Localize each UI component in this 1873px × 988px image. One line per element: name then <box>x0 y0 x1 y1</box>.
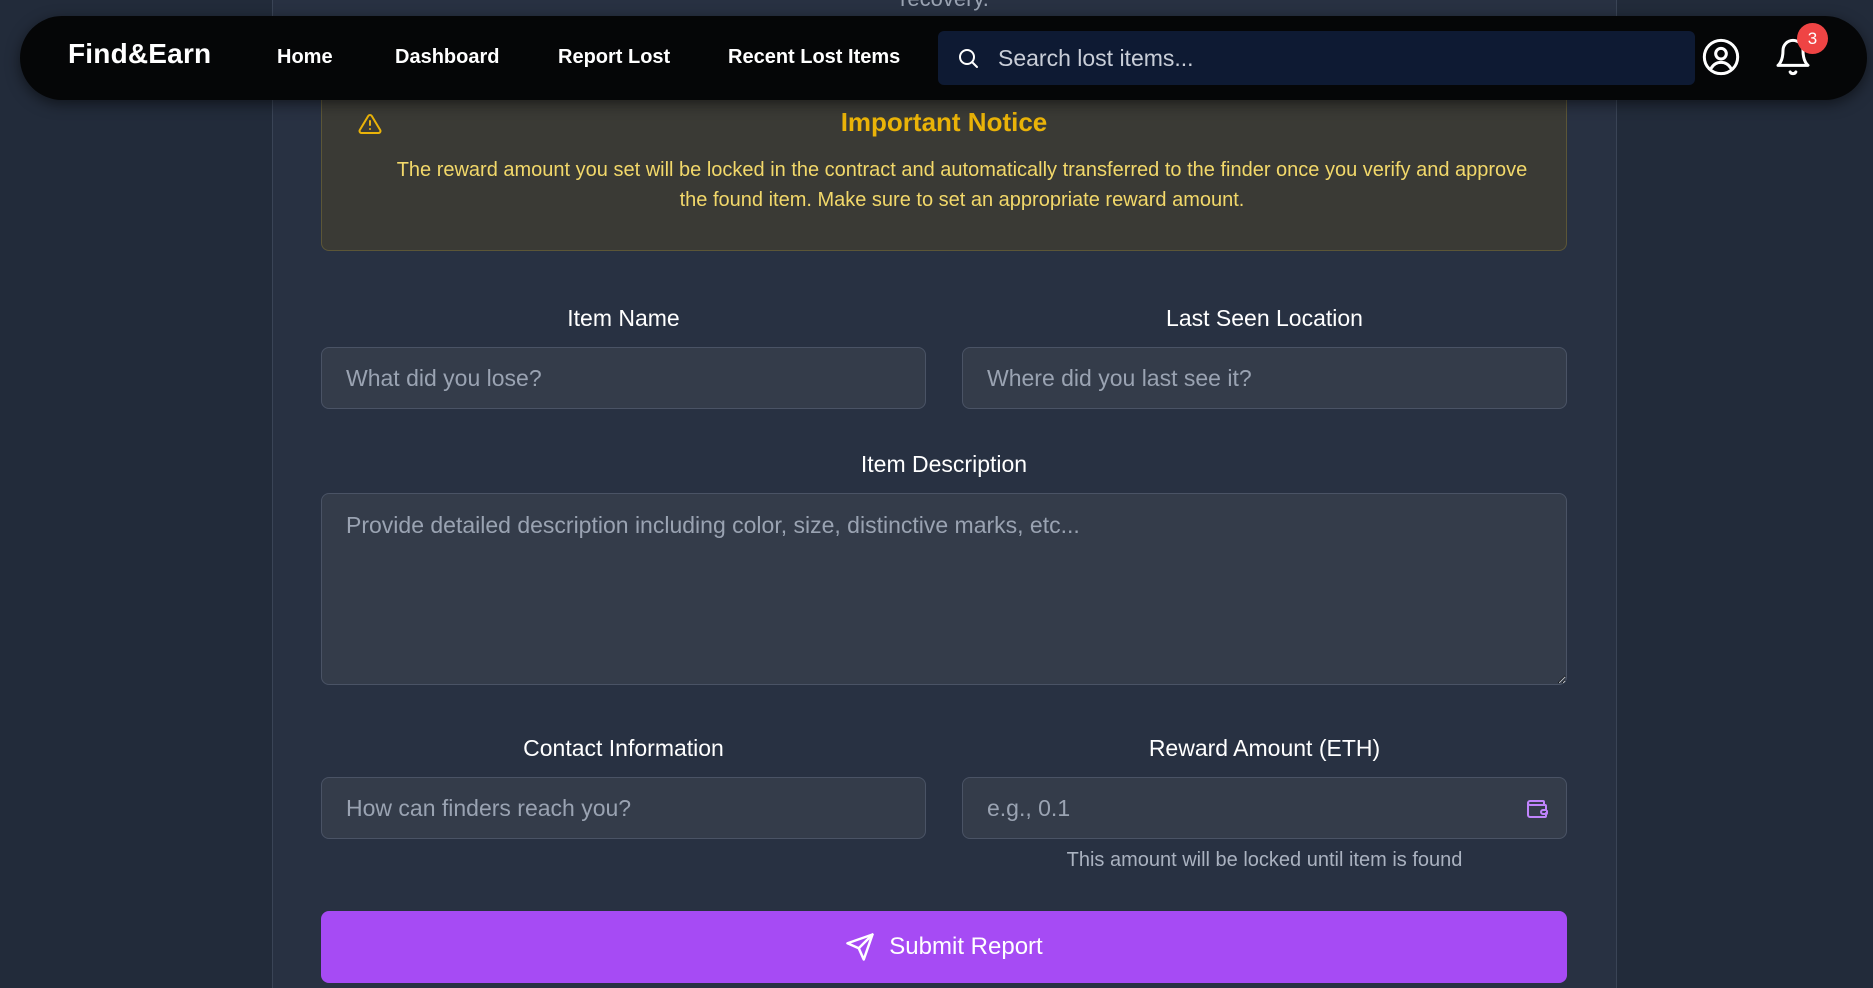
user-circle-icon[interactable] <box>1701 37 1741 77</box>
nav-link-report-lost[interactable]: Report Lost <box>558 46 670 69</box>
reward-label: Reward Amount (ETH) <box>1148 735 1381 761</box>
wallet-icon <box>1527 800 1548 818</box>
navbar: Find&Earn Home Dashboard Report Lost Rec… <box>20 16 1867 100</box>
notice-title: Important Notice <box>840 107 1048 137</box>
important-notice: Important Notice The reward amount you s… <box>321 88 1567 251</box>
submit-report-label: Submit Report <box>889 933 1043 960</box>
reward-input[interactable] <box>962 777 1567 839</box>
notification-badge: 3 <box>1797 23 1828 54</box>
search-bar[interactable] <box>938 31 1695 85</box>
contact-input[interactable] <box>321 777 926 839</box>
description-textarea[interactable] <box>321 493 1567 685</box>
notice-text: The reward amount you set will be locked… <box>396 159 1528 211</box>
brand-logo[interactable]: Find&Earn <box>68 38 211 70</box>
search-input[interactable] <box>996 31 1676 85</box>
contact-label: Contact Information <box>523 735 724 761</box>
send-icon <box>846 933 875 961</box>
item-name-input[interactable] <box>321 347 926 409</box>
location-label: Last Seen Location <box>1166 305 1363 331</box>
location-input[interactable] <box>962 347 1567 409</box>
item-name-label: Item Name <box>567 305 680 331</box>
nav-link-home[interactable]: Home <box>277 46 333 69</box>
submit-report-button[interactable]: Submit Report <box>321 911 1567 983</box>
description-label: Item Description <box>860 451 1028 477</box>
reward-hint: This amount will be locked until item is… <box>1066 849 1463 871</box>
nav-link-recent-lost-items[interactable]: Recent Lost Items <box>728 46 900 69</box>
intro-text-tail: recovery. <box>273 0 1616 12</box>
nav-link-dashboard[interactable]: Dashboard <box>395 46 499 69</box>
search-icon <box>959 49 978 68</box>
